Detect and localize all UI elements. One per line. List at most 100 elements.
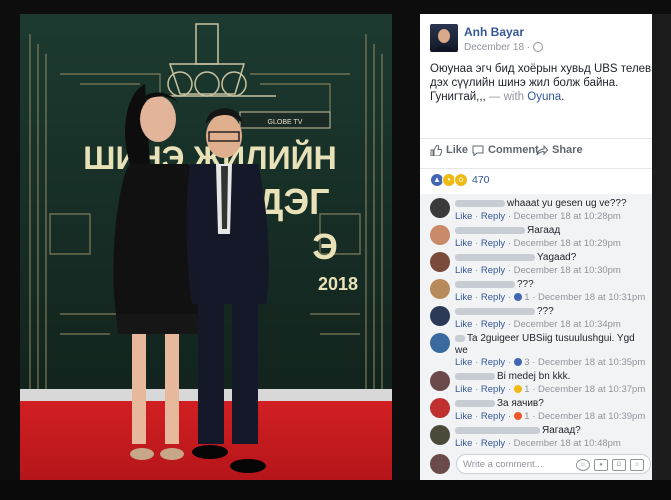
comment-meta: Like · Reply · 1 · December 18 at 10:39p… [455, 411, 646, 422]
comment-reaction-icon[interactable] [513, 358, 522, 367]
commenter-name[interactable] [455, 280, 515, 288]
comment-time[interactable]: December 18 at 10:31pm [538, 292, 645, 303]
comment-reply-link[interactable]: Reply [481, 265, 505, 276]
tagged-user[interactable]: Oyuna [527, 91, 561, 103]
tagged-suffix: . [561, 91, 565, 103]
comment-reply-link[interactable]: Reply [481, 319, 505, 330]
share-button[interactable]: Share [536, 144, 583, 156]
comment-like-link[interactable]: Like [455, 438, 472, 449]
comment-reaction-count: 3 [524, 357, 530, 368]
comment-reply-link[interactable]: Reply [481, 411, 505, 422]
author-avatar[interactable] [430, 24, 458, 52]
post-panel: Anh Bayar December 18 · Оюунаа эгч бид х… [420, 14, 671, 480]
comment-input-tools: ☺ ● G ☺ [576, 459, 644, 471]
comment-time[interactable]: December 18 at 10:28pm [514, 211, 621, 222]
comment-reaction-icon[interactable] [513, 293, 522, 302]
commenter-avatar[interactable] [430, 198, 450, 218]
commenter-avatar[interactable] [430, 252, 450, 272]
comment-meta: Like · Reply · 1 · December 18 at 10:37p… [455, 384, 646, 395]
sign-year: 2018 [318, 274, 358, 294]
comment-meta: Like · Reply · December 18 at 10:29pm [455, 238, 621, 249]
commenter-avatar[interactable] [430, 371, 450, 391]
comment-like-link[interactable]: Like [455, 265, 472, 276]
comment-time[interactable]: December 18 at 10:29pm [514, 238, 621, 249]
like-button[interactable]: Like [430, 144, 468, 156]
comment-reaction-count: 1 [524, 411, 530, 422]
comment-like-link[interactable]: Like [455, 319, 472, 330]
sign-line3: Э [312, 226, 338, 267]
comment-like-link[interactable]: Like [455, 411, 472, 422]
commenter-avatar[interactable] [430, 279, 450, 299]
action-bar: Like Comment Share [430, 144, 666, 162]
commenter-name[interactable] [455, 307, 535, 315]
commenter-name[interactable] [455, 426, 540, 434]
comment-like-link[interactable]: Like [455, 357, 472, 368]
comment-meta: Like · Reply · December 18 at 10:28pm [455, 211, 621, 222]
commenter-name[interactable] [455, 372, 495, 380]
commenter-avatar[interactable] [430, 425, 450, 445]
commenter-avatar[interactable] [430, 398, 450, 418]
post-text: Оюунаа эгч бид хоёрын хувьд UBS телевиз … [430, 62, 666, 104]
comment-reply-link[interactable]: Reply [481, 384, 505, 395]
comment-reply-link[interactable]: Reply [481, 238, 505, 249]
sign-badge: GLOBE TV [268, 119, 303, 126]
current-user-avatar[interactable] [430, 454, 450, 474]
author-name[interactable]: Anh Bayar [464, 25, 524, 39]
gif-icon[interactable]: G [612, 459, 626, 471]
comment-reaction-icon[interactable] [513, 385, 522, 394]
comment-input[interactable]: Write a comment... ☺ ● G ☺ [456, 454, 651, 474]
emoji-icon[interactable]: ☺ [576, 459, 590, 471]
comment-meta: Like · Reply · December 18 at 10:34pm [455, 319, 621, 330]
comment-like-link[interactable]: Like [455, 384, 472, 395]
comment-meta: Like · Reply · December 18 at 10:48pm [455, 438, 621, 449]
commenter-name[interactable] [455, 334, 465, 342]
comment-text: За яачив? [455, 398, 544, 409]
post-date[interactable]: December 18 · [464, 42, 543, 53]
comment-time[interactable]: December 18 at 10:39pm [538, 411, 645, 422]
divider [420, 168, 671, 169]
post-photo[interactable]: GLOBE TV ШИНЭ ЖИЛИЙН ШИЛДЭГ Э 2018 [20, 14, 392, 480]
commenter-name[interactable] [455, 253, 535, 261]
thumbs-up-icon [430, 144, 442, 156]
comment-meta: Like · Reply · December 18 at 10:30pm [455, 265, 621, 276]
comment-text: Yagaad? [455, 252, 576, 263]
comment-text: Яагаад? [455, 425, 581, 436]
comment-reply-link[interactable]: Reply [481, 357, 505, 368]
commenter-avatar[interactable] [430, 306, 450, 326]
comment-time[interactable]: December 18 at 10:34pm [514, 319, 621, 330]
bottom-overlay-bar [0, 480, 671, 500]
share-arrow-icon [536, 144, 548, 155]
comment-like-link[interactable]: Like [455, 292, 472, 303]
comment-button[interactable]: Comment [472, 144, 539, 156]
commenter-avatar[interactable] [430, 225, 450, 245]
comment-like-link[interactable]: Like [455, 211, 472, 222]
share-label: Share [552, 144, 583, 156]
comment-input-placeholder: Write a comment... [463, 459, 543, 470]
comment-meta: Like · Reply · 3 · December 18 at 10:35p… [455, 357, 646, 368]
comment-time[interactable]: December 18 at 10:35pm [538, 357, 645, 368]
comment-time[interactable]: December 18 at 10:30pm [514, 265, 621, 276]
comment-reply-link[interactable]: Reply [481, 438, 505, 449]
comment-like-link[interactable]: Like [455, 238, 472, 249]
comment-reply-link[interactable]: Reply [481, 292, 505, 303]
comment-time[interactable]: December 18 at 10:48pm [514, 438, 621, 449]
wow-reaction-icon: o [454, 173, 468, 187]
commenter-name[interactable] [455, 399, 495, 407]
comment-text: Яагаад [455, 225, 560, 236]
commenter-avatar[interactable] [430, 333, 450, 353]
comment-text: ??? [455, 306, 554, 317]
comment-time[interactable]: December 18 at 10:37pm [538, 384, 645, 395]
comment-reply-link[interactable]: Reply [481, 211, 505, 222]
reaction-summary[interactable]: ▲ • o 470 [430, 173, 490, 187]
sticker-icon[interactable]: ☺ [630, 459, 644, 471]
like-label: Like [446, 144, 469, 156]
globe-icon [532, 42, 543, 53]
post-date-text[interactable]: December 18 · [464, 42, 533, 53]
author-avatar-image [434, 29, 454, 52]
commenter-name[interactable] [455, 226, 525, 234]
background-strip [652, 14, 671, 480]
divider [420, 138, 671, 139]
comment-reaction-icon[interactable] [513, 412, 522, 421]
camera-icon[interactable]: ● [594, 459, 608, 471]
commenter-name[interactable] [455, 199, 505, 207]
